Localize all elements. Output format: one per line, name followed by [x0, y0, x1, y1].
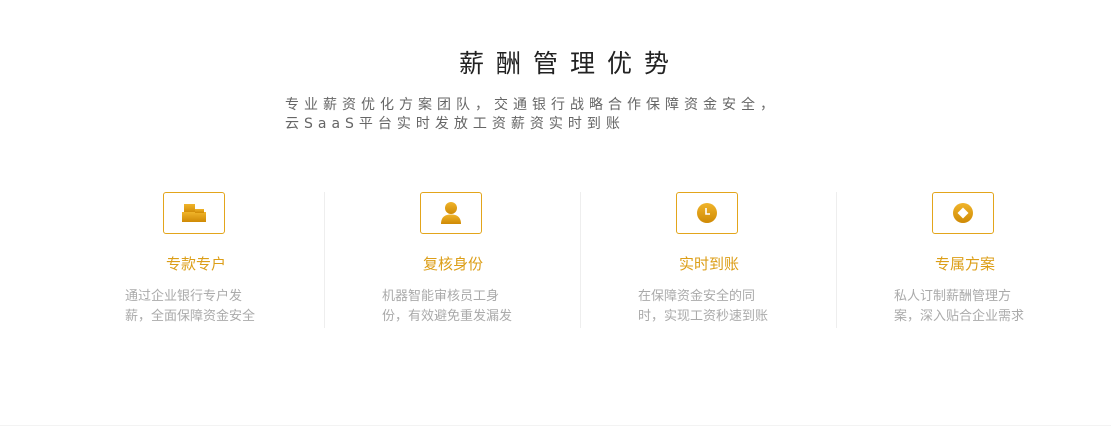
feature-icon-frame: [676, 192, 738, 234]
feature-card-dedicated-account: 专款专户 通过企业银行专户发 薪，全面保障资金安全: [68, 192, 324, 328]
feature-title: 专属方案: [934, 255, 995, 273]
wallet-blocks-icon: [182, 204, 206, 222]
feature-card-exclusive-plan: 专属方案 私人订制薪酬管理方 案，深入贴合企业需求: [836, 192, 1092, 328]
feature-desc-line-2: 份，有效避免重发漏发: [382, 309, 513, 324]
feature-desc-line-1: 通过企业银行专户发: [125, 289, 243, 304]
feature-desc-line-1: 私人订制薪酬管理方: [894, 289, 1012, 304]
feature-title: 专款专户: [165, 255, 226, 273]
subtitle-line-2: 云SaaS平台实时发放工资薪资实时到账: [285, 116, 625, 132]
feature-card-realtime-arrival: 实时到账 在保障资金安全的同 时，实现工资秒速到账: [580, 192, 836, 328]
feature-desc-line-1: 在保障资金安全的同: [638, 289, 756, 304]
clock-icon: [697, 203, 717, 223]
section-subtitle: 专业薪资优化方案团队，交通银行战略合作保障资金安全， 云SaaS平台实时发放工资…: [285, 96, 885, 134]
section-bottom-divider: [0, 425, 1111, 426]
feature-icon-frame: [420, 192, 482, 234]
feature-description: 机器智能审核员工身 份，有效避免重发漏发: [382, 287, 532, 327]
feature-desc-line-2: 薪，全面保障资金安全: [125, 309, 256, 324]
feature-list: 专款专户 通过企业银行专户发 薪，全面保障资金安全 复核身份 机器智能审核员工身…: [68, 192, 1092, 328]
diamond-coin-icon: [953, 203, 973, 223]
subtitle-line-1: 专业薪资优化方案团队，交通银行战略合作保障资金安全，: [285, 97, 779, 113]
feature-description: 私人订制薪酬管理方 案，深入贴合企业需求: [894, 287, 1044, 327]
feature-desc-line-2: 案，深入贴合企业需求: [894, 309, 1025, 324]
feature-desc-line-2: 时，实现工资秒速到账: [638, 309, 769, 324]
feature-description: 在保障资金安全的同 时，实现工资秒速到账: [638, 287, 788, 327]
user-icon: [441, 202, 461, 224]
feature-title: 复核身份: [422, 255, 483, 273]
feature-title: 实时到账: [678, 255, 739, 273]
feature-desc-line-1: 机器智能审核员工身: [382, 289, 500, 304]
feature-description: 通过企业银行专户发 薪，全面保障资金安全: [125, 287, 275, 327]
feature-icon-frame: [932, 192, 994, 234]
section-title: 薪酬管理优势: [458, 49, 681, 78]
feature-card-verify-identity: 复核身份 机器智能审核员工身 份，有效避免重发漏发: [324, 192, 580, 328]
feature-icon-frame: [163, 192, 225, 234]
